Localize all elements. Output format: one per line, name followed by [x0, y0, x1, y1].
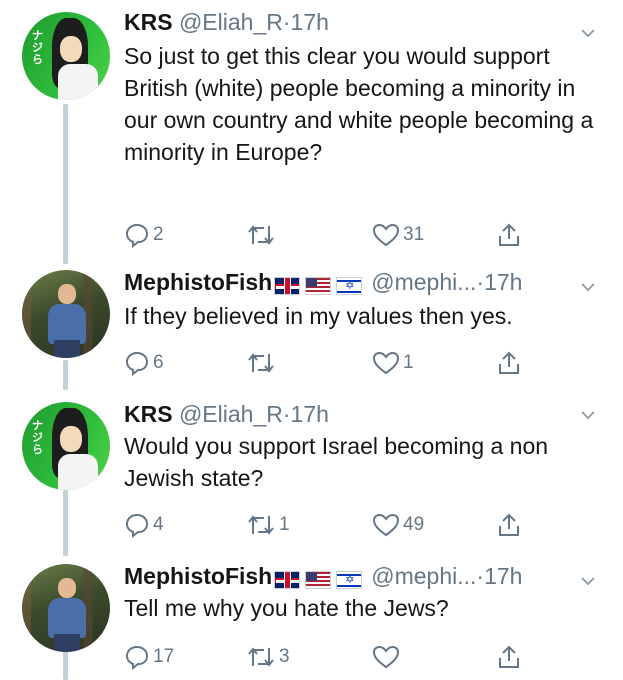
reply-count: 17 [153, 646, 175, 667]
flag-us-icon [305, 570, 332, 589]
display-name[interactable]: MephistoFish [124, 563, 272, 589]
retweet-count: 1 [279, 514, 290, 535]
flag-uk-icon [274, 276, 301, 295]
name-flags [274, 270, 367, 298]
tweet-actions: 4 1 49 [124, 510, 544, 540]
flag-uk-icon [274, 570, 301, 589]
retweet-icon [248, 515, 274, 535]
reply-button[interactable]: 4 [124, 510, 164, 540]
display-name[interactable]: MephistoFish [124, 269, 272, 295]
tweet[interactable]: MephistoFish @mephi...·17h If they believ… [0, 262, 623, 394]
like-button[interactable]: 49 [372, 510, 424, 540]
share-icon [499, 645, 519, 668]
share-icon [499, 513, 519, 536]
heart-icon [372, 223, 400, 247]
tweet-header: MephistoFish @mephi...·17h [124, 562, 522, 592]
like-button[interactable] [372, 642, 403, 672]
retweet-count: 3 [279, 646, 290, 667]
separator: · [282, 9, 291, 35]
avatar[interactable]: ナジら [22, 12, 110, 100]
tweet[interactable]: ナジら KRS @Eliah_R·17h So just to get this… [0, 0, 623, 260]
share-icon [499, 351, 519, 374]
like-button[interactable]: 31 [372, 220, 424, 250]
reply-icon [125, 513, 149, 538]
heart-icon [372, 351, 400, 375]
reply-count: 6 [153, 352, 164, 373]
reply-count: 4 [153, 514, 164, 535]
reply-button[interactable]: 2 [124, 220, 164, 250]
chevron-down-icon[interactable] [579, 278, 597, 296]
user-handle[interactable]: @mephi... [371, 563, 476, 589]
share-button[interactable] [496, 510, 522, 540]
tweet-header: KRS @Eliah_R·17h [124, 400, 329, 428]
share-icon [499, 223, 519, 246]
tweet-header: MephistoFish @mephi...·17h [124, 268, 522, 298]
tweet-text: If they believed in my values then yes. [124, 303, 513, 329]
retweet-button[interactable]: 1 [246, 510, 290, 540]
user-handle[interactable]: @Eliah_R [179, 401, 283, 427]
reply-button[interactable]: 17 [124, 642, 174, 672]
flag-israel-icon [336, 570, 363, 589]
tweet-actions: 2 31 [124, 220, 544, 250]
separator: · [282, 401, 291, 427]
heart-icon [372, 513, 400, 537]
like-count: 49 [403, 514, 425, 535]
user-handle[interactable]: @mephi... [371, 269, 476, 295]
avatar[interactable] [22, 564, 110, 652]
tweet-actions: 17 3 [124, 642, 544, 672]
tweet[interactable]: MephistoFish @mephi...·17h Tell me why yo… [0, 556, 623, 680]
retweet-icon [248, 353, 274, 373]
display-name[interactable]: KRS [124, 401, 173, 427]
retweet-icon [248, 647, 274, 667]
share-button[interactable] [496, 348, 522, 378]
tweet-text: Would you support Israel becoming a non … [124, 433, 549, 491]
reply-count: 2 [153, 224, 164, 245]
retweet-icon [248, 225, 274, 245]
reply-icon [125, 645, 149, 670]
timestamp[interactable]: 17h [484, 269, 522, 295]
avatar[interactable]: ナジら [22, 402, 110, 490]
separator: · [476, 269, 485, 295]
share-button[interactable] [496, 220, 522, 250]
like-button[interactable]: 1 [372, 348, 414, 378]
tweet-actions: 6 1 [124, 348, 544, 378]
like-count: 1 [403, 352, 414, 373]
flag-us-icon [305, 276, 332, 295]
timestamp[interactable]: 17h [484, 563, 522, 589]
user-handle[interactable]: @Eliah_R [179, 9, 283, 35]
chevron-down-icon[interactable] [579, 406, 597, 424]
chevron-down-icon[interactable] [579, 572, 597, 590]
retweet-button[interactable]: 3 [246, 642, 290, 672]
timestamp[interactable]: 17h [291, 9, 329, 35]
name-flags [274, 564, 367, 592]
heart-icon [372, 645, 400, 669]
like-count: 31 [403, 224, 425, 245]
tweet[interactable]: ナジら KRS @Eliah_R·17h Would you support I… [0, 394, 623, 554]
avatar[interactable] [22, 270, 110, 358]
share-button[interactable] [496, 642, 522, 672]
reply-button[interactable]: 6 [124, 348, 164, 378]
conversation-thread: ナジら KRS @Eliah_R·17h So just to get this… [0, 0, 623, 680]
retweet-button[interactable] [246, 348, 279, 378]
display-name[interactable]: KRS [124, 9, 173, 35]
flag-israel-icon [336, 276, 363, 295]
reply-icon [125, 351, 149, 376]
reply-icon [125, 223, 149, 248]
tweet-header: KRS @Eliah_R·17h [124, 8, 329, 36]
tweet-text: So just to get this clear you would supp… [124, 43, 594, 165]
retweet-button[interactable] [246, 220, 279, 250]
timestamp[interactable]: 17h [291, 401, 329, 427]
separator: · [476, 563, 485, 589]
tweet-text: Tell me why you hate the Jews? [124, 595, 449, 621]
